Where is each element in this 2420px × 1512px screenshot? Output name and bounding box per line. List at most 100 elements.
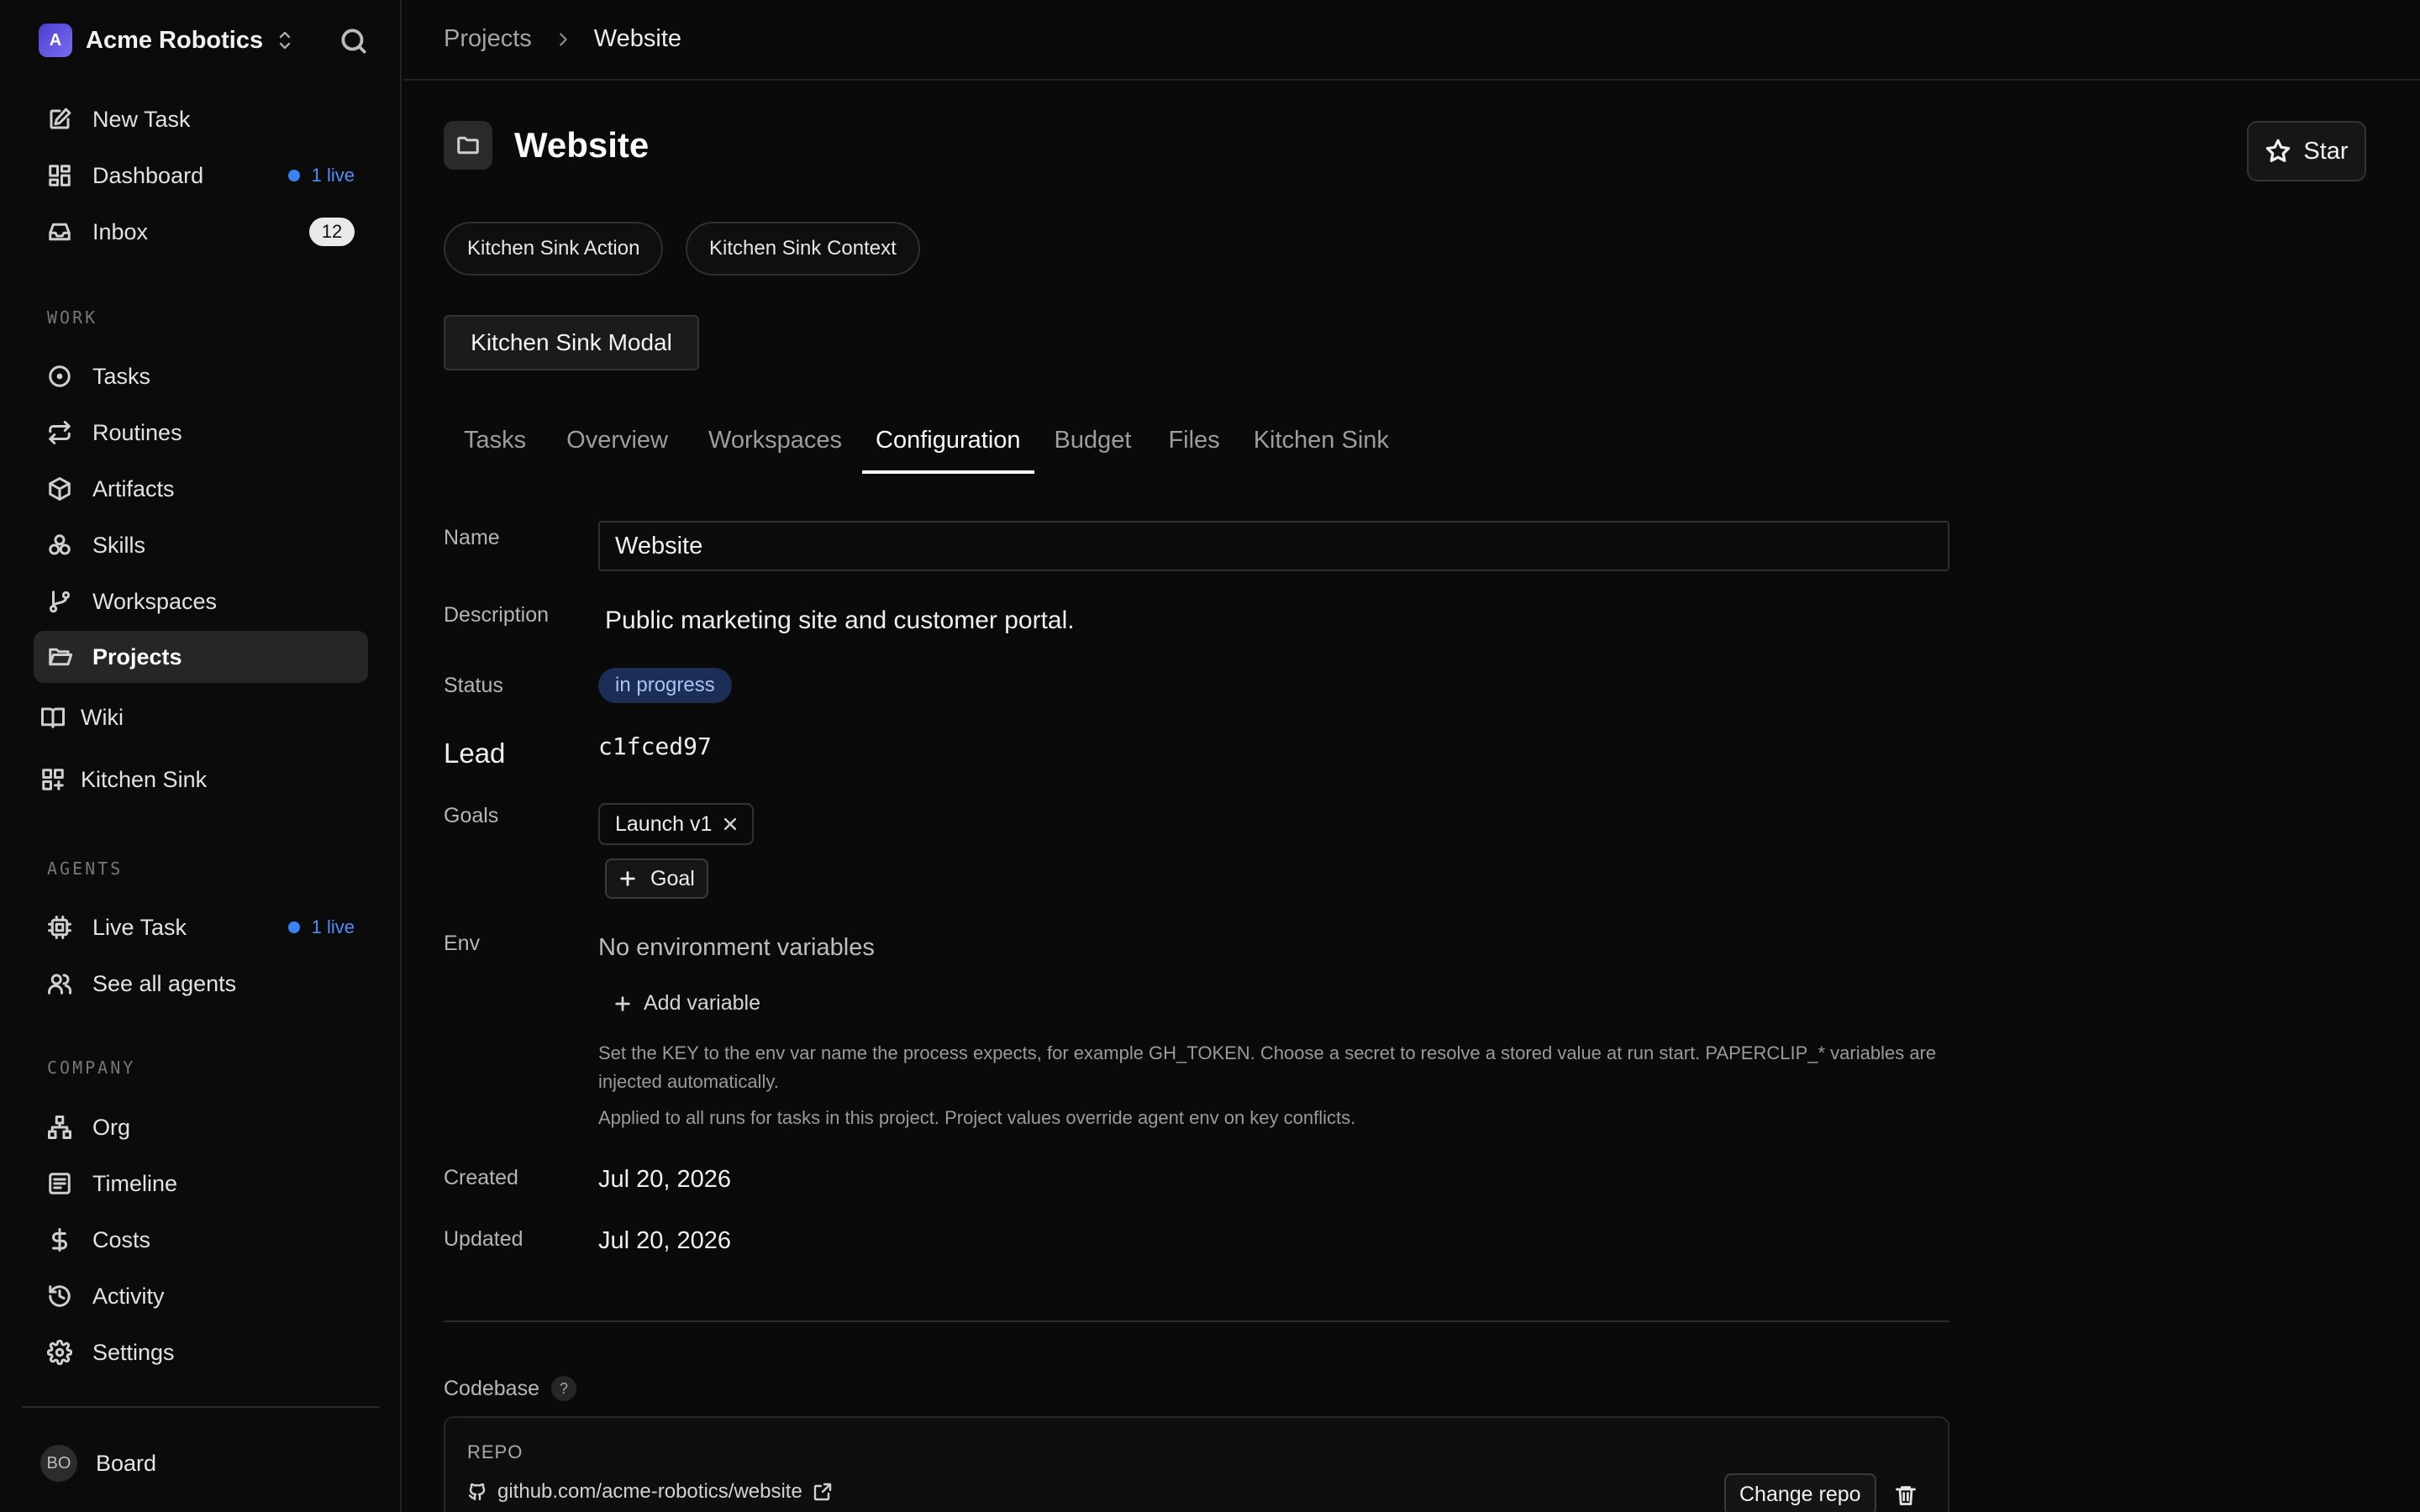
codebase-label: Codebase	[444, 1376, 539, 1400]
sidebar-item-label: Artifacts	[92, 475, 175, 501]
folder-icon	[457, 136, 479, 155]
sidebar-item-tasks[interactable]: Tasks	[34, 350, 368, 402]
goal-chip-label: Launch v1	[615, 811, 713, 836]
company-logo: A	[39, 24, 72, 57]
breadcrumb: Projects Website	[444, 25, 681, 53]
dashboard-icon	[49, 165, 71, 186]
tab-workspaces[interactable]: Workspaces	[688, 420, 862, 474]
sidebar-item-dashboard[interactable]: Dashboard 1 live	[34, 150, 368, 202]
env-override-note: Applied to all runs for tasks in this pr…	[598, 1107, 1356, 1128]
sidebar-item-settings[interactable]: Settings	[34, 1326, 368, 1378]
section-label-agents: AGENTS	[47, 858, 124, 879]
inbox-icon	[49, 223, 71, 241]
tab-files[interactable]: Files	[1151, 420, 1236, 474]
sidebar-item-label: Org	[92, 1114, 131, 1140]
repo-card: REPO github.com/acme-robotics/website Ch…	[444, 1416, 1949, 1512]
avatar: BO	[40, 1445, 77, 1482]
sidebar-item-label: New Task	[92, 106, 191, 132]
tab-overview[interactable]: Overview	[546, 420, 688, 474]
topbar: Projects Website	[403, 0, 2420, 81]
project-icon-box	[444, 121, 492, 170]
kitchen-sink-modal-button[interactable]: Kitchen Sink Modal	[444, 315, 699, 370]
add-variable-label: Add variable	[644, 991, 760, 1015]
cpu-icon	[48, 916, 71, 939]
repo-title: REPO	[467, 1441, 523, 1462]
company-switcher[interactable]: A Acme Robotics	[39, 24, 295, 57]
sidebar-item-label: Settings	[92, 1339, 175, 1365]
live-dot	[287, 921, 300, 933]
sidebar-item-timeline[interactable]: Timeline	[34, 1158, 368, 1210]
sidebar-item-costs[interactable]: Costs	[34, 1214, 368, 1266]
sidebar-item-workspaces[interactable]: Workspaces	[34, 575, 368, 627]
timeline-icon	[49, 1173, 71, 1194]
sidebar-item-label: Routines	[92, 419, 182, 445]
kitchen-sink-action-button[interactable]: Kitchen Sink Action	[444, 222, 664, 276]
user-menu[interactable]: BO Board	[40, 1445, 156, 1482]
name-label: Name	[444, 526, 500, 549]
tab-tasks[interactable]: Tasks	[444, 420, 546, 474]
chevron-right-icon	[559, 32, 567, 46]
updated-label: Updated	[444, 1227, 523, 1251]
sidebar-divider	[22, 1406, 380, 1408]
sidebar-item-skills[interactable]: Skills	[34, 519, 368, 571]
add-variable-button[interactable]: Add variable	[613, 991, 760, 1016]
created-value: Jul 20, 2026	[598, 1166, 732, 1193]
sidebar-item-artifacts[interactable]: Artifacts	[34, 463, 368, 515]
sidebar-item-see-all-agents[interactable]: See all agents	[34, 958, 368, 1010]
trash-icon[interactable]	[1894, 1483, 1918, 1507]
add-goal-label: Goal	[650, 866, 695, 890]
codebase-header: Codebase ?	[444, 1376, 576, 1401]
sidebar-item-routines[interactable]: Routines	[34, 407, 368, 459]
star-button[interactable]: Star	[2247, 121, 2366, 181]
help-icon[interactable]: ?	[550, 1376, 576, 1401]
history-icon	[49, 1285, 71, 1307]
live-indicator: 1 live	[287, 916, 355, 938]
project-tabs: Tasks Overview Workspaces Configuration …	[444, 420, 1409, 474]
sidebar-item-activity[interactable]: Activity	[34, 1270, 368, 1322]
lead-value[interactable]: c1fced97	[598, 732, 712, 760]
sidebar-item-label: Activity	[92, 1283, 165, 1309]
sidebar-item-label: Live Task	[92, 914, 187, 940]
repo-link[interactable]: github.com/acme-robotics/website	[467, 1480, 833, 1504]
user-name: Board	[96, 1450, 157, 1476]
company-name: Acme Robotics	[86, 26, 264, 54]
kitchen-sink-context-button[interactable]: Kitchen Sink Context	[686, 222, 920, 276]
lead-label: Lead	[444, 738, 506, 769]
description-label: Description	[444, 603, 550, 627]
live-count: 1 live	[311, 916, 355, 937]
close-icon[interactable]	[722, 816, 739, 832]
section-label-company: COMPANY	[47, 1058, 136, 1078]
search-icon[interactable]	[338, 25, 370, 57]
sidebar-item-kitchen-sink[interactable]: Kitchen Sink	[34, 753, 368, 806]
folder-open-icon	[49, 648, 72, 666]
sidebar-item-projects[interactable]: Projects	[34, 631, 368, 683]
sidebar-item-inbox[interactable]: Inbox 12	[34, 206, 368, 258]
sidebar-item-label: Skills	[92, 532, 146, 558]
breadcrumb-projects-link[interactable]: Projects	[444, 25, 532, 53]
sidebar-item-label: Wiki	[81, 704, 124, 730]
tab-budget[interactable]: Budget	[1034, 420, 1152, 474]
section-divider	[444, 1320, 1949, 1322]
sidebar-item-wiki[interactable]: Wiki	[34, 691, 368, 743]
book-icon	[41, 707, 65, 728]
env-label: Env	[444, 932, 481, 955]
sidebar-item-label: Timeline	[92, 1170, 178, 1196]
name-input[interactable]: Website	[598, 521, 1949, 571]
tab-configuration[interactable]: Configuration	[862, 420, 1034, 474]
add-goal-button[interactable]: Goal	[605, 858, 708, 899]
sidebar-item-new-task[interactable]: New Task	[34, 93, 368, 145]
sidebar: A Acme Robotics New Task Dashboard 1 liv…	[0, 0, 402, 1512]
plus-icon	[615, 995, 630, 1011]
sidebar-item-org[interactable]: Org	[34, 1101, 368, 1153]
github-icon	[468, 1483, 486, 1501]
tab-kitchen-sink[interactable]: Kitchen Sink	[1237, 420, 1409, 474]
sidebar-item-label: Projects	[92, 643, 182, 669]
description-field[interactable]: Public marketing site and customer porta…	[605, 606, 1075, 635]
grid-plus-icon	[42, 769, 64, 790]
status-badge[interactable]: in progress	[598, 668, 732, 703]
goal-chip: Launch v1	[598, 803, 755, 845]
sidebar-item-live-task[interactable]: Live Task 1 live	[34, 901, 368, 953]
pencil-square-icon	[50, 108, 71, 129]
change-repo-button[interactable]: Change repo	[1724, 1473, 1876, 1512]
circle-dot-icon	[49, 365, 71, 387]
